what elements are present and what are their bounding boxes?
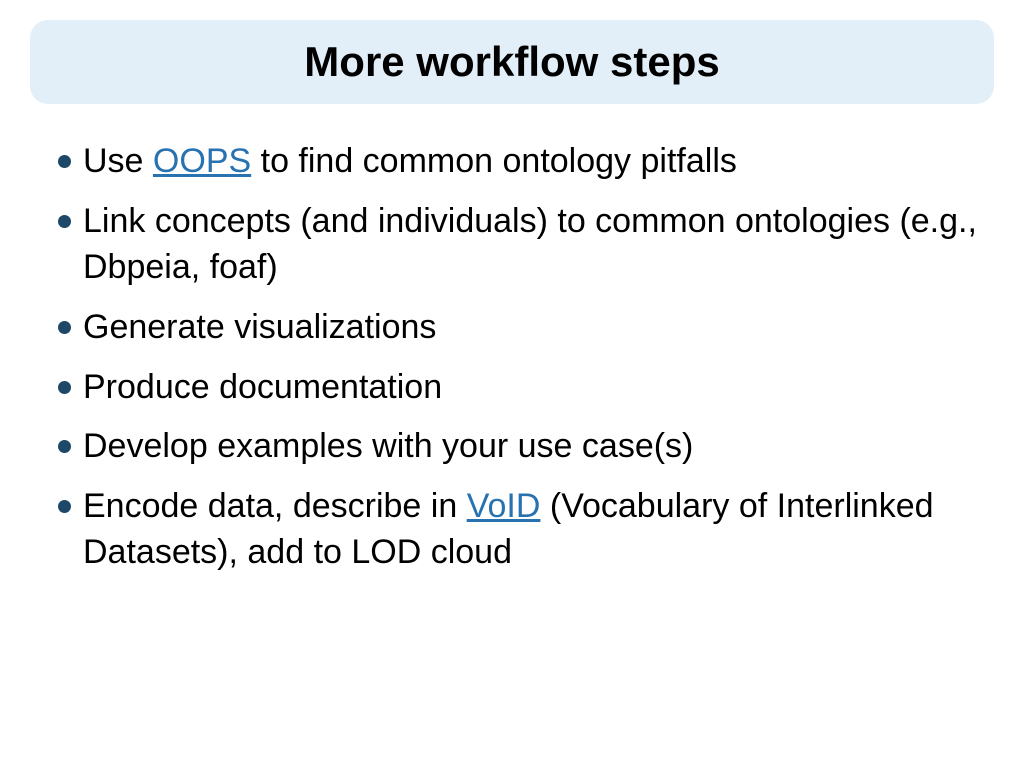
text-segment: to find common ontology pitfalls [251,142,737,180]
bullet-text: Develop examples with your use case(s) [83,424,693,470]
bullet-icon [58,381,71,394]
bullet-text: Generate visualizations [83,305,436,351]
list-item: Link concepts (and individuals) to commo… [58,199,994,291]
list-item: Produce documentation [58,365,994,411]
list-item: Use OOPS to find common ontology pitfall… [58,139,994,185]
void-link[interactable]: VoID [467,487,541,525]
bullet-icon [58,440,71,453]
bullet-icon [58,500,71,513]
bullet-text: Encode data, describe in VoID (Vocabular… [83,484,994,576]
text-segment: Encode data, describe in [83,487,467,525]
bullet-text: Link concepts (and individuals) to commo… [83,199,994,291]
oops-link[interactable]: OOPS [153,142,251,180]
list-item: Generate visualizations [58,305,994,351]
bullet-text: Use OOPS to find common ontology pitfall… [83,139,737,185]
bullet-icon [58,155,71,168]
slide-content: Use OOPS to find common ontology pitfall… [30,139,994,576]
list-item: Encode data, describe in VoID (Vocabular… [58,484,994,576]
bullet-icon [58,215,71,228]
bullet-icon [58,321,71,334]
bullet-text: Produce documentation [83,365,442,411]
text-segment: Use [83,142,153,180]
slide-title-bar: More workflow steps [30,20,994,104]
slide-title: More workflow steps [70,38,954,86]
list-item: Develop examples with your use case(s) [58,424,994,470]
